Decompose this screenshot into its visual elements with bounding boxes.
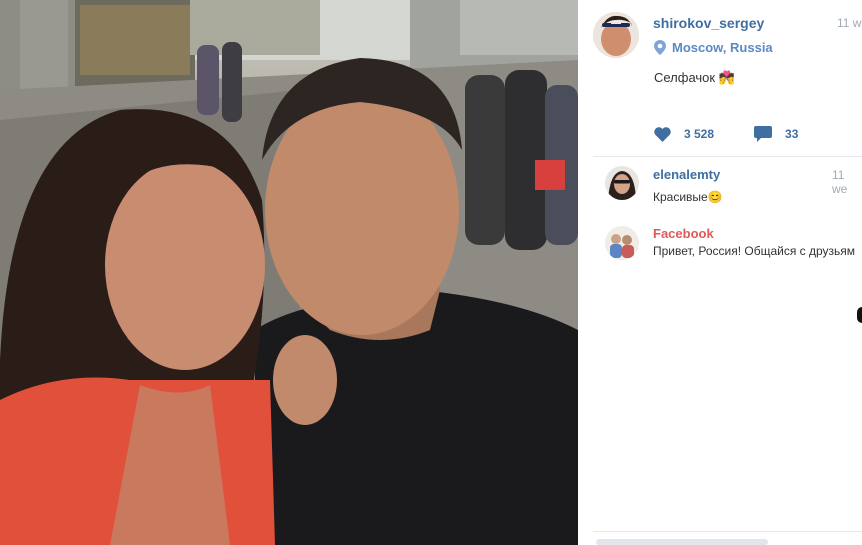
comment-username[interactable]: elenalemty (653, 167, 720, 182)
comments-count: 33 (785, 127, 799, 141)
next-arrow-icon[interactable] (857, 307, 862, 323)
comment-time: 11 we (832, 168, 848, 196)
post-location[interactable]: Moscow, Russia (654, 40, 773, 55)
commenter-avatar[interactable] (605, 166, 639, 200)
comment-text: Красивые😊 (653, 190, 723, 204)
facebook-avatar-image (605, 226, 639, 260)
heart-icon (654, 126, 671, 142)
author-username[interactable]: shirokov_sergey (653, 15, 764, 31)
commenter-avatar-image (605, 166, 639, 200)
bottom-divider (593, 531, 862, 532)
facebook-username[interactable]: Facebook (653, 226, 714, 241)
speech-bubble-icon (754, 126, 773, 142)
location-label: Moscow, Russia (672, 40, 773, 55)
horizontal-scrollbar[interactable] (596, 539, 768, 545)
post-time: 11 w (837, 16, 862, 30)
stats-divider (593, 156, 862, 157)
author-avatar[interactable] (593, 12, 639, 58)
likes-stat[interactable]: 3 528 (654, 126, 715, 142)
facebook-avatar[interactable] (605, 226, 639, 260)
post-photo[interactable] (0, 0, 578, 545)
location-pin-icon (654, 40, 666, 55)
post-caption: Селфачок 💏 (654, 70, 735, 85)
post-details-panel: shirokov_sergey 11 w Moscow, Russia Селф… (578, 0, 862, 545)
selfie-image (0, 0, 578, 545)
likes-count: 3 528 (684, 127, 715, 141)
comments-stat[interactable]: 33 (754, 126, 798, 142)
facebook-comment-text: Привет, Россия! Общайся с друзьям (653, 244, 856, 258)
post-stats: 3 528 33 (654, 126, 798, 142)
author-avatar-image (593, 12, 639, 58)
